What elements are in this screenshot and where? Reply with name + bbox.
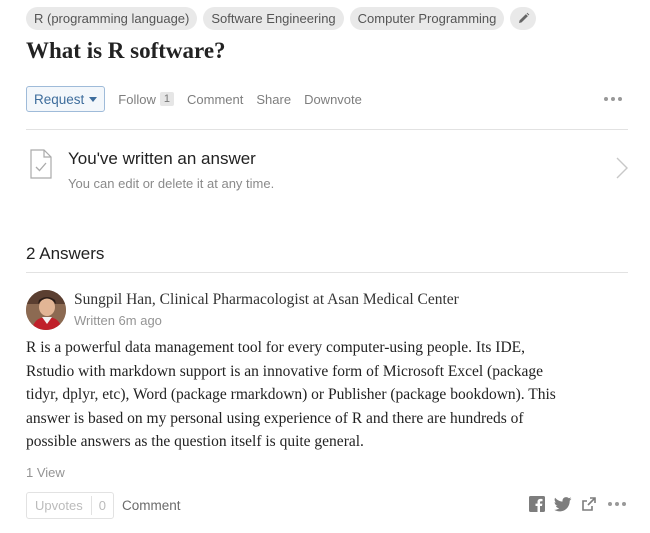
divider [26,129,628,130]
written-notice-subtitle: You can edit or delete it at any time. [68,176,275,191]
topic-list: R (programming language) Software Engine… [26,7,537,30]
answer-line: Rstudio with markdown support is an inno… [26,362,543,380]
written-answer-notice[interactable]: You've written an answer You can edit or… [26,146,628,196]
chevron-right-icon [616,157,628,179]
follow-button[interactable]: Follow 1 [118,92,174,107]
answer-author[interactable]: Sungpil Han, Clinical Pharmacologist at … [74,291,459,309]
twitter-icon[interactable] [554,496,572,512]
share-row [529,496,626,512]
topic-chip[interactable]: R (programming language) [26,7,198,30]
document-check-icon [30,149,52,179]
question-action-bar: Request Follow 1 Comment Share Downvote [26,86,628,112]
answers-count: 2 Answers [26,244,105,263]
edit-topics-button[interactable] [510,7,537,30]
request-label: Request [34,91,85,107]
divider [26,272,628,273]
facebook-icon[interactable] [529,496,545,512]
answer-line: R is a powerful data management tool for… [26,339,525,356]
more-dots-icon[interactable] [608,502,626,506]
upvote-label: Upvotes [35,498,83,513]
more-dots-icon[interactable] [604,97,622,101]
topic-chip[interactable]: Computer Programming [349,7,505,30]
view-count: 1 View [26,465,65,480]
request-button[interactable]: Request [26,86,106,112]
share-icon[interactable] [581,496,597,512]
downvote-link[interactable]: Downvote [304,92,362,107]
share-link[interactable]: Share [256,92,291,107]
pencil-icon [518,12,530,23]
answer-timestamp[interactable]: Written 6m ago [74,313,162,328]
question-title: What is R software? [26,38,226,63]
topic-chip[interactable]: Software Engineering [203,7,344,30]
follow-label: Follow [118,91,156,107]
written-notice-title: You've written an answer [68,149,256,168]
upvote-count: 0 [98,498,106,513]
answer-line: answer is based on my personal using exp… [26,409,524,427]
avatar[interactable] [26,290,66,330]
answer-comment-link[interactable]: Comment [122,498,181,513]
answer-body: R is a powerful data management tool for… [26,336,626,454]
comment-link[interactable]: Comment [187,92,243,107]
upvote-button[interactable]: Upvotes 0 [26,492,114,519]
follow-count: 1 [159,92,174,106]
answer-line: tidyr, dplyr, etc), Word (package rmarkd… [26,386,556,403]
chevron-down-icon [89,96,98,102]
answer-line: possible answers as the question itself … [26,433,364,450]
